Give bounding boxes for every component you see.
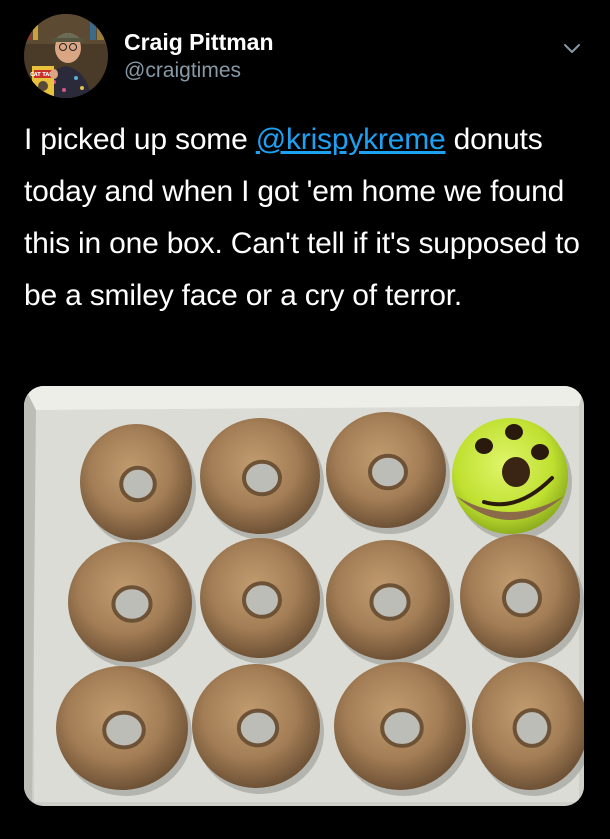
chevron-down-icon[interactable] [560,36,584,60]
author-display-name[interactable]: Craig Pittman [124,28,274,56]
tweet-text-before: I picked up some [24,123,256,156]
donut-box-image [24,386,584,806]
tweet-header: CAT TALE Craig Pittman @craigtimes [24,14,590,100]
avatar-image: CAT TALE [24,14,108,98]
avatar[interactable]: CAT TALE [24,14,108,98]
tweet-text: I picked up some @krispykreme donuts tod… [24,114,594,322]
tweet-photo[interactable] [24,386,584,806]
mention-link[interactable]: @krispykreme [256,123,446,156]
author-handle[interactable]: @craigtimes [124,57,274,85]
tweet: CAT TALE Craig Pittman @craigtimes I pic… [0,0,610,839]
author-names: Craig Pittman @craigtimes [124,28,274,85]
